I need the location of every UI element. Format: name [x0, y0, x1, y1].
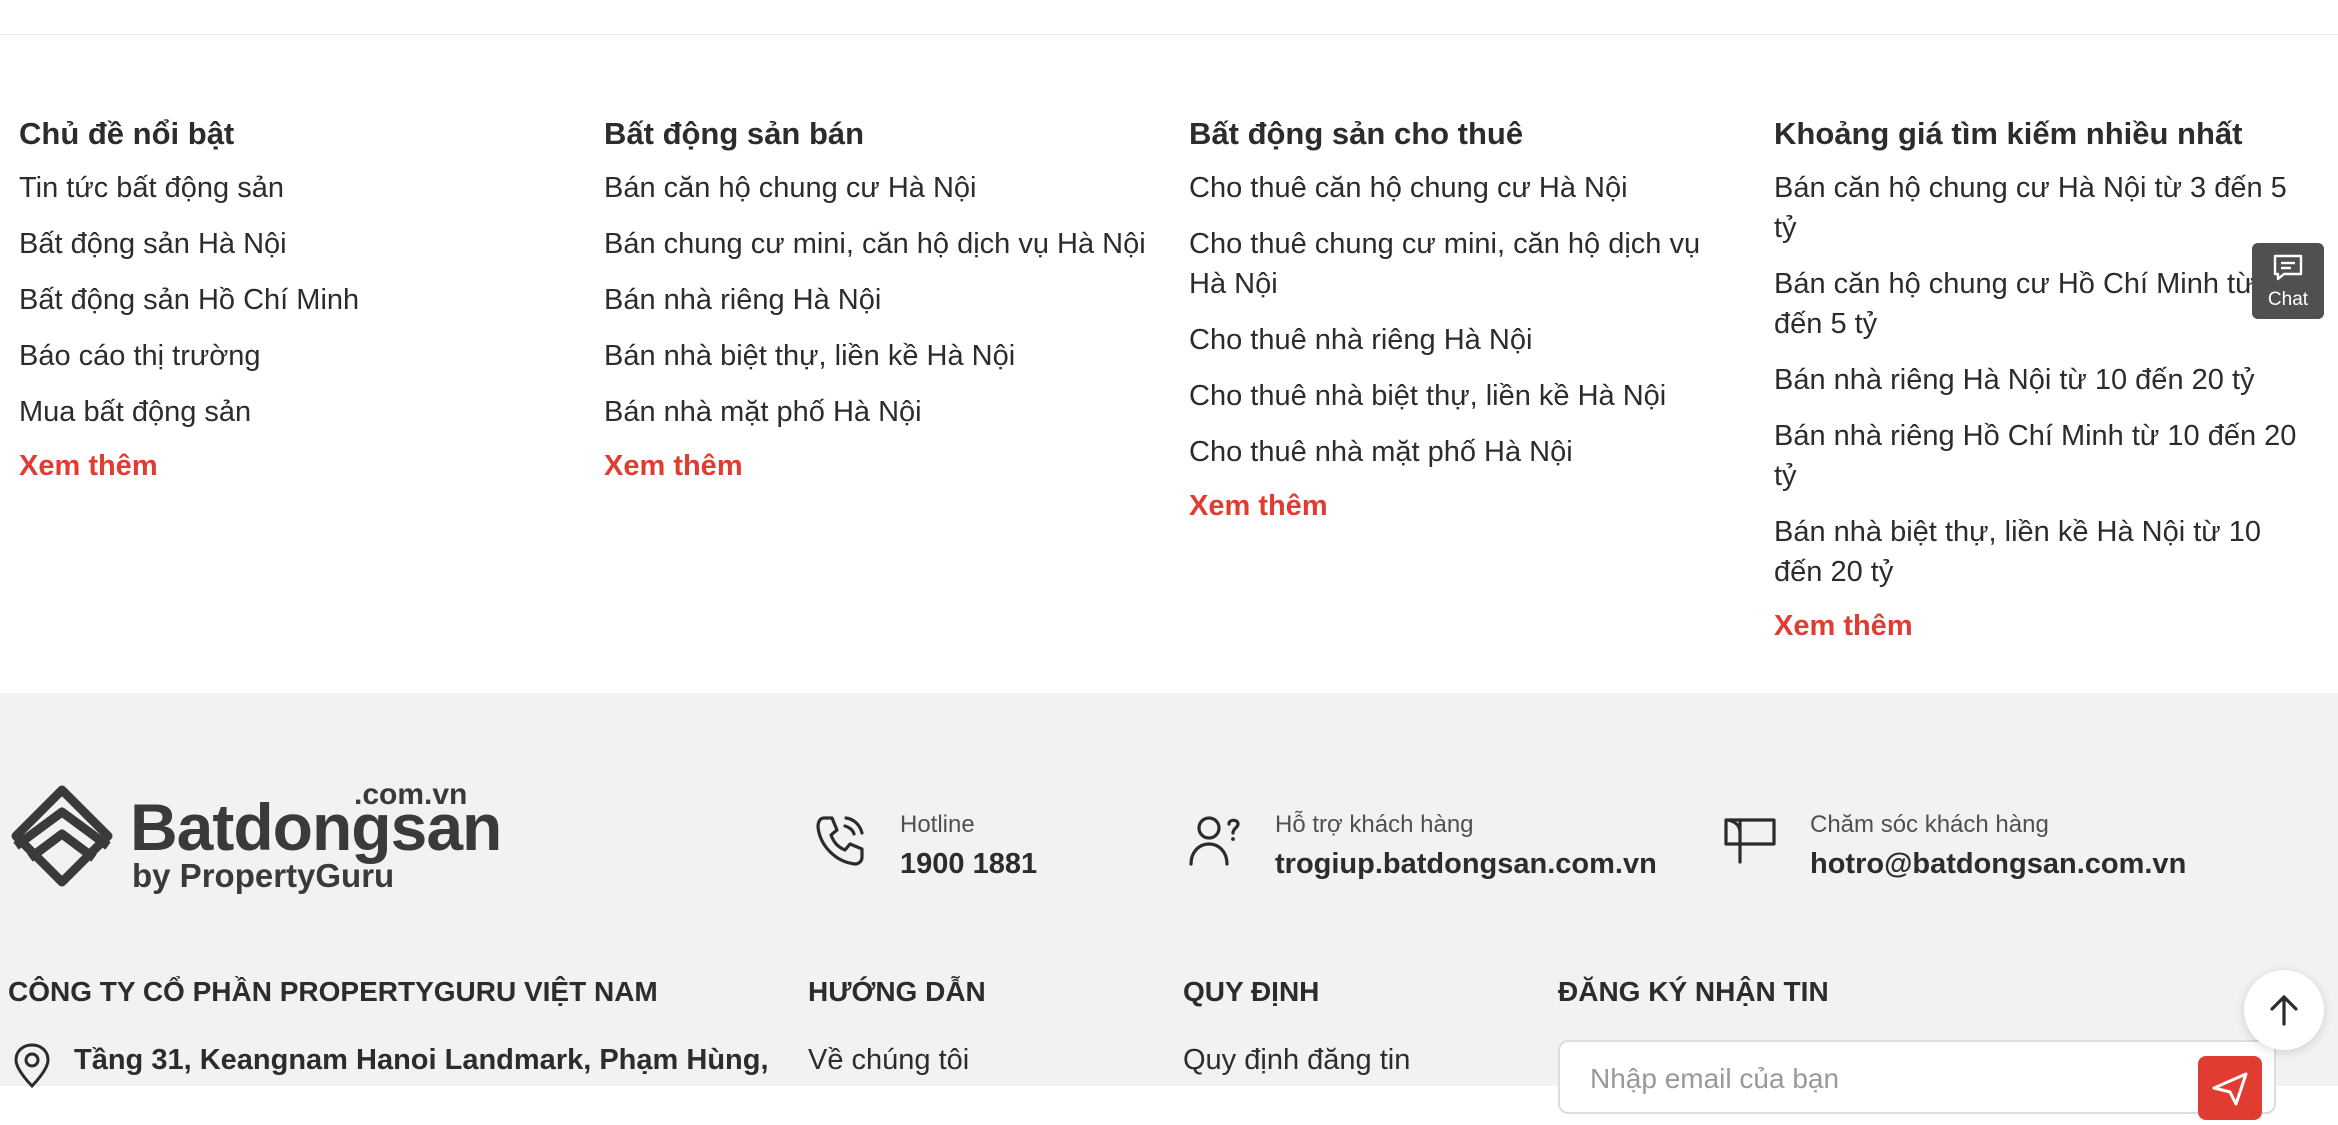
see-more-link[interactable]: Xem thêm: [19, 446, 579, 486]
link-item[interactable]: Báo cáo thị trường: [19, 336, 579, 376]
hotline-label: Hotline: [900, 811, 975, 838]
send-button[interactable]: [2198, 1056, 2262, 1120]
chat-button[interactable]: Chat: [2252, 243, 2324, 319]
mailbox-icon: [1724, 818, 1776, 864]
location-pin-icon: [14, 1043, 50, 1089]
back-to-top-button[interactable]: [2244, 970, 2324, 1050]
column-featured-topics: Chủ đề nổi bật Tin tức bất động sản Bất …: [19, 112, 579, 486]
link-item[interactable]: Cho thuê nhà riêng Hà Nội: [1189, 320, 1709, 360]
care-value: hotro@batdongsan.com.vn: [1810, 848, 2187, 880]
logo-name: Batdongsan: [130, 790, 502, 864]
link-item[interactable]: Bất động sản Hà Nội: [19, 224, 579, 264]
link-item[interactable]: Bán căn hộ chung cư Hà Nội: [604, 168, 1164, 208]
send-icon: [2212, 1072, 2248, 1106]
about-us-link[interactable]: Về chúng tôi: [808, 1042, 969, 1078]
batdongsan-logo[interactable]: .com.vn Batdongsan by PropertyGuru: [8, 780, 502, 900]
email-field[interactable]: [1588, 1062, 2152, 1096]
see-more-link[interactable]: Xem thêm: [604, 446, 1164, 486]
column-property-rent: Bất động sản cho thuê Cho thuê căn hộ ch…: [1189, 112, 1709, 526]
care-label: Chăm sóc khách hàng: [1810, 811, 2049, 838]
link-item[interactable]: Bán nhà biệt thự, liền kề Hà Nội: [604, 336, 1164, 376]
support-value: trogiup.batdongsan.com.vn: [1275, 848, 1657, 880]
chat-icon: [2273, 254, 2303, 281]
column-heading: Bất động sản bán: [604, 116, 865, 151]
guide-heading: HƯỚNG DẪN: [808, 976, 986, 1007]
posting-rules-link[interactable]: Quy định đăng tin: [1183, 1042, 1410, 1078]
hotline-value: 1900 1881: [900, 848, 1038, 880]
link-item[interactable]: Bán nhà mặt phố Hà Nội: [604, 392, 1164, 432]
chat-label: Chat: [2267, 289, 2309, 310]
support-contact[interactable]: Hỗ trợ khách hàng trogiup.batdongsan.com…: [1185, 806, 1685, 886]
column-heading: Khoảng giá tìm kiếm nhiều nhất: [1774, 116, 2243, 151]
link-item[interactable]: Mua bất động sản: [19, 392, 579, 432]
link-item[interactable]: Bán căn hộ chung cư Hồ Chí Minh từ 3 đến…: [1774, 264, 2314, 344]
link-item[interactable]: Cho thuê chung cư mini, căn hộ dịch vụ H…: [1189, 224, 1709, 304]
link-item[interactable]: Cho thuê nhà biệt thự, liền kề Hà Nội: [1189, 376, 1709, 416]
link-item[interactable]: Bán nhà riêng Hà Nội từ 10 đến 20 tỷ: [1774, 360, 2314, 400]
phone-icon: [816, 816, 864, 866]
link-item[interactable]: Bán căn hộ chung cư Hà Nội từ 3 đến 5 tỷ: [1774, 168, 2314, 248]
link-item[interactable]: Tin tức bất động sản: [19, 168, 579, 208]
logo-mark-icon: [11, 785, 113, 887]
care-contact[interactable]: Chăm sóc khách hàng hotro@batdongsan.com…: [1720, 806, 2220, 886]
link-item[interactable]: Bất động sản Hồ Chí Minh: [19, 280, 579, 320]
company-name: CÔNG TY CỔ PHẦN PROPERTYGURU VIỆT NAM: [8, 976, 658, 1007]
rules-heading: QUY ĐỊNH: [1183, 976, 1320, 1007]
link-item[interactable]: Bán nhà riêng Hồ Chí Minh từ 10 đến 20 t…: [1774, 416, 2314, 496]
address-text: Tầng 31, Keangnam Hanoi Landmark, Phạm H…: [74, 1044, 769, 1076]
column-heading: Chủ đề nổi bật: [19, 116, 235, 151]
logo-byline: by PropertyGuru: [132, 857, 395, 894]
link-item[interactable]: Cho thuê nhà mặt phố Hà Nội: [1189, 432, 1709, 472]
column-price-ranges: Khoảng giá tìm kiếm nhiều nhất Bán căn h…: [1774, 112, 2314, 646]
support-label: Hỗ trợ khách hàng: [1275, 811, 1474, 838]
newsletter-heading: ĐĂNG KÝ NHẬN TIN: [1558, 976, 1829, 1007]
link-item[interactable]: Bán nhà biệt thự, liền kề Hà Nội từ 10 đ…: [1774, 512, 2314, 592]
user-question-icon: [1189, 816, 1240, 866]
top-divider: [0, 34, 2338, 35]
newsletter-form: [1558, 1040, 2276, 1120]
column-heading: Bất động sản cho thuê: [1189, 116, 1524, 151]
arrow-up-icon: [2270, 995, 2298, 1026]
link-item[interactable]: Bán chung cư mini, căn hộ dịch vụ Hà Nội: [604, 224, 1164, 264]
link-item[interactable]: Bán nhà riêng Hà Nội: [604, 280, 1164, 320]
see-more-link[interactable]: Xem thêm: [1189, 486, 1709, 526]
see-more-link[interactable]: Xem thêm: [1774, 606, 2314, 646]
link-item[interactable]: Cho thuê căn hộ chung cư Hà Nội: [1189, 168, 1709, 208]
column-property-sale: Bất động sản bán Bán căn hộ chung cư Hà …: [604, 112, 1164, 486]
hotline-contact[interactable]: Hotline 1900 1881: [810, 806, 1110, 886]
